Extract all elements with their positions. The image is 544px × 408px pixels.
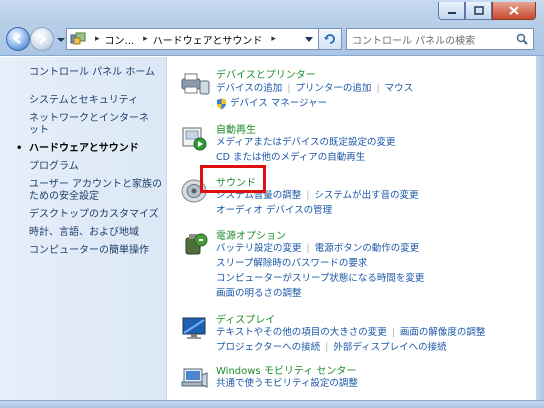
sidebar-item-user-accounts[interactable]: ユーザー アカウントと家族のための安全設定 bbox=[0, 179, 165, 203]
category-title-power-options[interactable]: 電源オプション bbox=[216, 227, 286, 242]
link-mobility-settings[interactable]: 共通で使うモビリティ設定の調整 bbox=[216, 378, 358, 389]
link-add-printer[interactable]: プリンターの追加 bbox=[295, 83, 371, 94]
mobility-center-icon bbox=[181, 368, 208, 388]
category-title-autoplay[interactable]: 自動再生 bbox=[216, 121, 256, 136]
sidebar-item-clock-language[interactable]: 時計、言語、および地域 bbox=[0, 227, 166, 239]
link-device-manager[interactable]: デバイス マネージャー bbox=[230, 96, 327, 111]
back-arrow-icon bbox=[13, 34, 21, 44]
breadcrumb-separator-icon[interactable]: ▸ bbox=[143, 34, 148, 44]
links-mobility-center: 共通で使うモビリティ設定の調整 bbox=[216, 376, 358, 391]
link-change-sleep-time[interactable]: コンピューターがスリープ状態になる時間を変更 bbox=[216, 273, 424, 284]
forward-button[interactable] bbox=[30, 27, 54, 51]
sidebar-item-programs[interactable]: プログラム bbox=[0, 161, 166, 173]
links-devices-printers: デバイスの追加 | プリンターの追加 | マウス デバイス マネージャー bbox=[216, 83, 414, 111]
category-title-devices-printers[interactable]: デバイスとプリンター bbox=[216, 66, 316, 81]
category-content-pane: デバイスとプリンター デバイスの追加 | プリンターの追加 | マウス デバイス マネー… bbox=[168, 57, 536, 400]
maximize-icon bbox=[473, 6, 484, 15]
link-adjust-brightness[interactable]: 画面の明るさの調整 bbox=[216, 288, 302, 299]
sidebar-item-network-internet[interactable]: ネットワークとインターネット bbox=[0, 113, 150, 137]
link-screen-resolution[interactable]: 画面の解像度の調整 bbox=[400, 327, 486, 338]
back-button[interactable] bbox=[6, 27, 30, 51]
search-box[interactable]: コントロール パネルの検索 bbox=[346, 28, 534, 50]
highlight-box bbox=[200, 165, 266, 193]
window-right-border bbox=[536, 56, 544, 400]
display-icon bbox=[182, 317, 206, 339]
minimize-button[interactable] bbox=[438, 2, 465, 20]
refresh-icon bbox=[324, 34, 335, 44]
link-autoplay-cd[interactable]: CD または他のメディアの自動再生 bbox=[216, 152, 365, 163]
link-battery-settings[interactable]: バッテリ設定の変更 bbox=[216, 243, 302, 254]
search-icon[interactable] bbox=[516, 33, 528, 45]
link-connect-projector[interactable]: プロジェクターへの接続 bbox=[216, 342, 320, 353]
links-power-options: バッテリ設定の変更 | 電源ボタンの動作の変更 スリープ解除時のパスワードの要求 コ… bbox=[216, 243, 425, 299]
navigation-bar: ▸ コン... ▸ ハードウェアとサウンド ▸ コントロール パネルの検索 bbox=[6, 27, 538, 51]
link-text-size[interactable]: テキストやその他の項目の大きさの変更 bbox=[216, 327, 387, 338]
autoplay-icon bbox=[182, 127, 207, 151]
close-icon bbox=[509, 6, 519, 15]
address-dropdown-icon[interactable] bbox=[304, 36, 314, 44]
minimize-icon bbox=[447, 11, 456, 14]
links-autoplay: メディアまたはデバイスの既定設定の変更 CD または他のメディアの自動再生 bbox=[216, 135, 396, 165]
printer-icon bbox=[181, 73, 210, 95]
breadcrumb-separator-icon[interactable]: ▸ bbox=[271, 34, 276, 44]
left-navigation-pane: コントロール パネル ホーム システムとセキュリティ ネットワークとインターネッ… bbox=[0, 57, 167, 400]
breadcrumb-control-panel[interactable]: コン... bbox=[105, 32, 135, 47]
sidebar-item-personalization[interactable]: デスクトップのカスタマイズ bbox=[0, 209, 166, 221]
link-connect-external-display[interactable]: 外部ディスプレイへの接続 bbox=[333, 342, 446, 353]
link-add-device[interactable]: デバイスの追加 bbox=[216, 83, 282, 94]
window-titlebar: ▸ コン... ▸ ハードウェアとサウンド ▸ コントロール パネルの検索 bbox=[0, 0, 544, 56]
link-require-password-wakeup[interactable]: スリープ解除時のパスワードの要求 bbox=[216, 258, 367, 269]
breadcrumb-hardware-sound[interactable]: ハードウェアとサウンド bbox=[153, 32, 263, 47]
link-mouse[interactable]: マウス bbox=[385, 83, 414, 94]
close-button[interactable] bbox=[492, 2, 536, 20]
sidebar-item-hardware-sound: ハードウェアとサウンド bbox=[0, 143, 166, 155]
link-power-button-behavior[interactable]: 電源ボタンの動作の変更 bbox=[315, 243, 420, 254]
link-autoplay-defaults[interactable]: メディアまたはデバイスの既定設定の変更 bbox=[216, 137, 396, 148]
maximize-button[interactable] bbox=[465, 2, 492, 20]
breadcrumb-separator-icon[interactable]: ▸ bbox=[95, 34, 100, 44]
sidebar-item-ease-of-access[interactable]: コンピューターの簡単操作 bbox=[0, 245, 166, 257]
category-title-display[interactable]: ディスプレイ bbox=[216, 311, 275, 326]
control-panel-icon bbox=[70, 32, 86, 46]
links-display: テキストやその他の項目の大きさの変更 | 画面の解像度の調整 プロジェクターへの接続… bbox=[216, 327, 486, 353]
search-placeholder: コントロール パネルの検索 bbox=[352, 35, 476, 47]
sidebar-item-system-security[interactable]: システムとセキュリティ bbox=[0, 95, 166, 107]
shield-icon bbox=[217, 98, 226, 109]
refresh-button[interactable] bbox=[318, 28, 342, 50]
link-manage-audio-devices[interactable]: オーディオ デバイスの管理 bbox=[216, 205, 332, 216]
category-title-mobility-center[interactable]: Windows モビリティ センター bbox=[216, 362, 356, 377]
history-dropdown-icon[interactable] bbox=[56, 35, 66, 45]
address-bar[interactable]: ▸ コン... ▸ ハードウェアとサウンド ▸ bbox=[66, 28, 336, 50]
forward-arrow-icon bbox=[39, 34, 47, 44]
caption-buttons bbox=[438, 2, 536, 20]
link-change-system-sounds[interactable]: システムが出す音の変更 bbox=[314, 190, 418, 201]
sidebar-item-home[interactable]: コントロール パネル ホーム bbox=[0, 67, 166, 79]
window-bottom-border bbox=[0, 400, 544, 408]
power-options-icon bbox=[185, 233, 208, 255]
